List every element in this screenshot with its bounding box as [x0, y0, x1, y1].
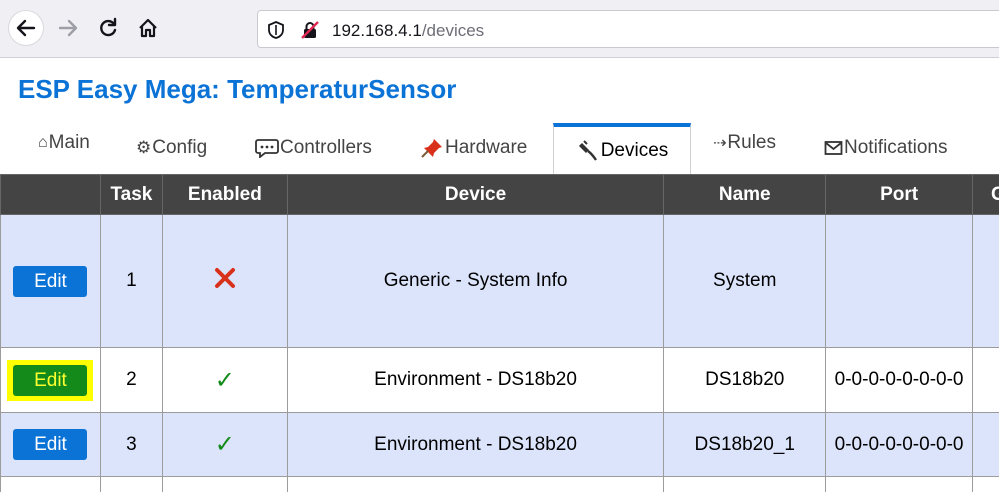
- edit-cell: [0, 476, 101, 492]
- name-cell: [663, 476, 827, 492]
- gpio-cell: [971, 214, 999, 348]
- column-header-device: Device: [286, 174, 665, 215]
- checkmark-icon: ✓: [214, 431, 235, 458]
- menu-item-label: Controllers: [280, 137, 372, 158]
- device-cell: Environment - DS18b20: [286, 347, 665, 413]
- table-header-row: Task Enabled Device Name Port G: [0, 174, 999, 215]
- menu-item-label: Main: [48, 132, 90, 153]
- main-menu: ⌂ Main ⚙ Config Controllers Hardware Devic…: [0, 120, 999, 174]
- forward-button[interactable]: [50, 10, 86, 46]
- column-header-enabled: Enabled: [161, 174, 288, 215]
- device-cell: Generic - System Info: [286, 214, 665, 348]
- envelope-icon: [824, 141, 843, 155]
- column-header-name: Name: [663, 174, 827, 215]
- column-header-task: Task: [99, 174, 163, 215]
- edit-cell: Edit: [0, 214, 101, 348]
- edit-cell: Edit: [0, 347, 101, 413]
- edit-button[interactable]: Edit: [13, 265, 88, 297]
- column-header-gpio: G: [971, 174, 999, 215]
- edit-cell: Edit: [0, 412, 101, 477]
- menu-item-hardware[interactable]: Hardware: [420, 137, 527, 159]
- table-row: Edit 3 ✓ Environment - DS18b20 DS18b20_1…: [0, 412, 999, 477]
- menu-item-devices[interactable]: Devices: [553, 123, 691, 174]
- device-cell: Environment - DS18b20: [286, 412, 665, 477]
- column-header-port: Port: [825, 174, 973, 215]
- menu-item-config[interactable]: ⚙ Config: [136, 137, 207, 159]
- pushpin-icon: [421, 139, 442, 158]
- table-row: Edit 1 Generic - System Info System: [0, 214, 999, 348]
- back-button[interactable]: [8, 10, 44, 46]
- menu-item-notifications[interactable]: Notifications: [824, 137, 948, 159]
- plug-icon: [578, 139, 597, 161]
- gpio-cell: [971, 476, 999, 492]
- table-row: Edit 2 ✓ Environment - DS18b20 DS18b20 0…: [0, 347, 999, 413]
- url-bar[interactable]: 192.168.4.1/devices: [257, 10, 999, 48]
- home-button[interactable]: [130, 10, 166, 46]
- shield-icon[interactable]: [266, 20, 286, 40]
- task-cell: 3: [99, 412, 163, 477]
- enabled-cell: [161, 214, 288, 348]
- url-host: 192.168.4.1: [332, 21, 422, 40]
- task-cell: [99, 476, 163, 492]
- cross-icon: [214, 268, 235, 288]
- page-title: ESP Easy Mega: TemperaturSensor: [18, 74, 457, 104]
- enabled-cell: [161, 476, 288, 492]
- insecure-lock-icon[interactable]: [300, 20, 320, 40]
- home-icon: [139, 18, 157, 38]
- enabled-cell: ✓: [161, 347, 288, 413]
- browser-toolbar: 192.168.4.1/devices: [0, 0, 999, 58]
- reload-icon: [100, 17, 117, 37]
- checkmark-icon: ✓: [214, 366, 235, 394]
- task-cell: 1: [99, 214, 163, 348]
- speech-bubble-icon: [255, 139, 279, 158]
- port-cell: 0-0-0-0-0-0-0-0: [825, 412, 973, 477]
- devices-table: Task Enabled Device Name Port G Edit 1 G…: [0, 174, 999, 492]
- port-cell: 0-0-0-0-0-0-0-0: [825, 347, 973, 413]
- edit-button[interactable]: Edit: [13, 429, 88, 460]
- task-cell: 2: [99, 347, 163, 413]
- menu-item-rules[interactable]: ⇢ Rules: [713, 132, 776, 154]
- device-cell: [286, 476, 665, 492]
- port-cell: [825, 214, 973, 348]
- forward-arrow-icon: [58, 19, 78, 37]
- port-cell: [825, 476, 973, 492]
- menu-item-main[interactable]: ⌂ Main: [38, 132, 90, 154]
- reload-button[interactable]: [90, 10, 126, 46]
- arrow-icon: ⇢: [713, 135, 727, 152]
- url-path: /devices: [421, 21, 485, 40]
- name-cell: DS18b20: [663, 347, 827, 413]
- url-text[interactable]: 192.168.4.1/devices: [332, 21, 484, 41]
- name-cell: DS18b20_1: [663, 412, 827, 477]
- back-arrow-icon: [16, 19, 36, 37]
- edit-button[interactable]: Edit: [13, 364, 88, 396]
- menu-item-label: Devices: [600, 139, 669, 161]
- gpio-cell: [971, 347, 999, 413]
- menu-item-controllers[interactable]: Controllers: [255, 137, 372, 159]
- table-row: [0, 476, 999, 492]
- menu-item-label: Notifications: [844, 137, 948, 158]
- gpio-cell: [971, 412, 999, 477]
- gear-icon: ⚙: [136, 138, 152, 157]
- menu-item-label: Config: [152, 137, 208, 158]
- menu-item-label: Hardware: [445, 137, 528, 158]
- name-cell: System: [663, 214, 827, 348]
- column-header-edit: [0, 174, 101, 215]
- home-icon: ⌂: [38, 134, 48, 151]
- enabled-cell: ✓: [161, 412, 288, 477]
- menu-item-label: Rules: [727, 132, 776, 153]
